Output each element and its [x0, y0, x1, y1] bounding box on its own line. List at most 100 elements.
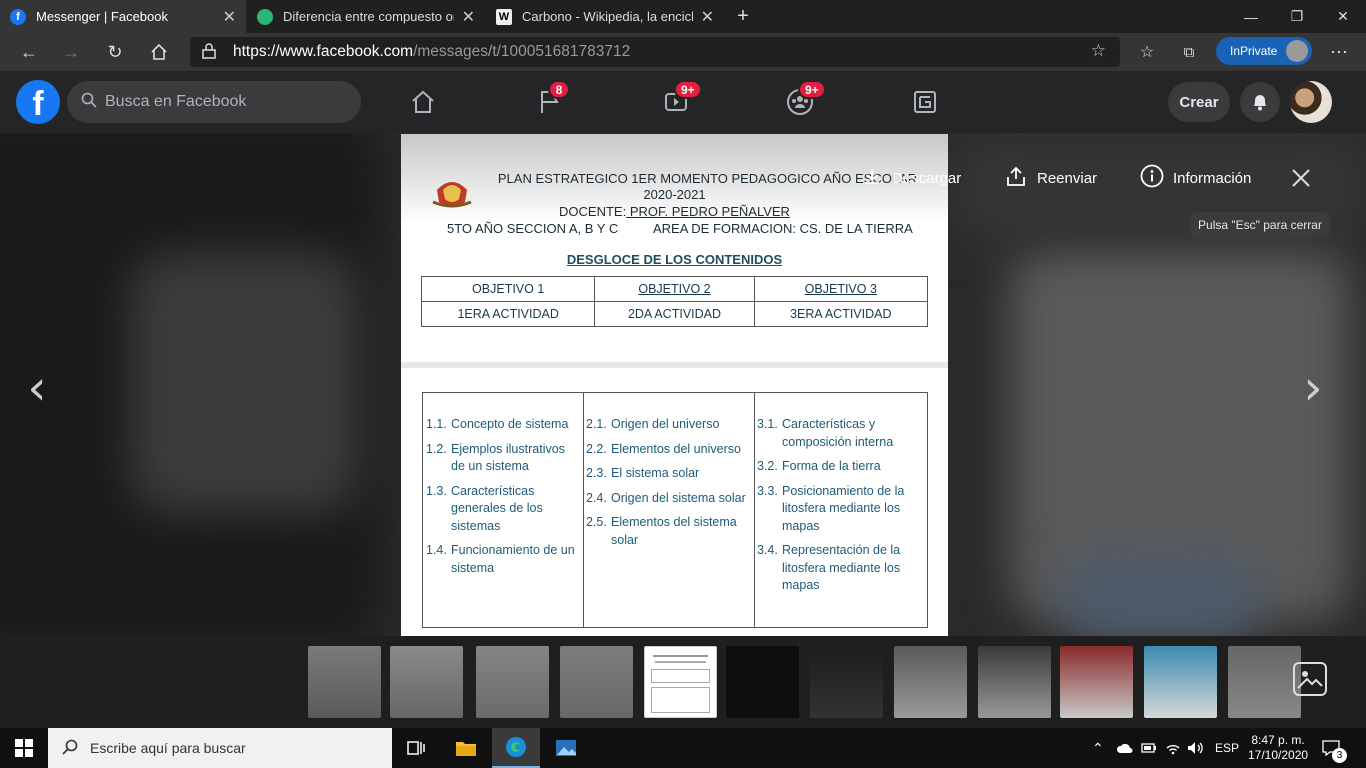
- address-toolbar: ← → ↻ https://www.facebook.com/messages/…: [0, 33, 1366, 71]
- groups-badge: 9+: [798, 80, 826, 99]
- back-icon[interactable]: ←: [14, 37, 44, 67]
- home-icon[interactable]: [144, 37, 174, 67]
- notifications-bell-icon[interactable]: [1240, 82, 1280, 122]
- facebook-logo-icon[interactable]: f: [16, 80, 60, 124]
- thumbnail-selected[interactable]: [644, 646, 717, 718]
- clock[interactable]: 8:47 p. m. 17/10/2020: [1248, 728, 1308, 768]
- inprivate-button[interactable]: InPrivate: [1216, 37, 1312, 65]
- wifi-icon[interactable]: [1165, 728, 1181, 768]
- thumbnail[interactable]: [810, 646, 883, 718]
- clock-date: 17/10/2020: [1248, 748, 1309, 762]
- fb-gaming-icon[interactable]: [905, 83, 945, 121]
- document-photo: PLAN ESTRATEGICO 1ER MOMENTO PEDAGOGICO …: [401, 134, 948, 636]
- refresh-icon[interactable]: ↻: [100, 37, 130, 67]
- thumbnail[interactable]: [390, 646, 463, 718]
- close-tab-icon[interactable]: ✕: [223, 7, 236, 27]
- content-item: 3.4. Representación de la litosfera media…: [757, 543, 901, 592]
- close-viewer-icon[interactable]: [1290, 163, 1312, 193]
- facebook-favicon-icon: f: [10, 8, 26, 25]
- fb-home-icon[interactable]: [403, 83, 443, 121]
- forward-icon[interactable]: →: [56, 37, 86, 67]
- thumbnail[interactable]: [1228, 646, 1301, 718]
- tab-carbono[interactable]: W Carbono - Wikipedia, la enciclop ✕: [486, 0, 724, 33]
- doc-area: AREA DE FORMACION: CS. DE LA TIERRA: [653, 221, 913, 236]
- taskbar-search-input[interactable]: Escribe aquí para buscar: [48, 728, 392, 768]
- site-favicon-icon: [257, 8, 273, 25]
- teacher-name: PROF. PEDRO PEÑALVER: [626, 204, 790, 219]
- tab-diferencia[interactable]: Diferencia entre compuesto orgá ✕: [247, 0, 485, 33]
- thumbnail[interactable]: [1060, 646, 1133, 718]
- collections-icon[interactable]: ⧉: [1174, 37, 1204, 67]
- tab-messenger[interactable]: f Messenger | Facebook ✕: [0, 0, 246, 33]
- content-item: 1.4. Funcionamiento de un sistema: [426, 543, 575, 575]
- edge-browser-icon[interactable]: [492, 728, 540, 768]
- facebook-search-input[interactable]: Busca en Facebook: [67, 81, 361, 123]
- restore-icon[interactable]: ❐: [1274, 0, 1320, 33]
- thumbnail-strip: [0, 636, 1366, 728]
- all-media-icon[interactable]: [1293, 662, 1327, 696]
- battery-icon[interactable]: [1141, 728, 1157, 768]
- onedrive-icon[interactable]: [1116, 728, 1134, 768]
- facebook-header: f Busca en Facebook 8 9+ 9+ Crear: [0, 71, 1366, 133]
- fb-groups-icon[interactable]: 9+: [780, 80, 826, 121]
- info-label: Información: [1173, 169, 1252, 187]
- thumbnail[interactable]: [1144, 646, 1217, 718]
- teacher-prefix: DOCENTE:: [559, 204, 627, 219]
- thumbnail[interactable]: [476, 646, 549, 718]
- thumbnail[interactable]: [726, 646, 799, 718]
- thumbnail[interactable]: [308, 646, 381, 718]
- notifications-center-icon[interactable]: 3: [1322, 728, 1347, 768]
- clock-time: 8:47 p. m.: [1251, 733, 1305, 747]
- close-window-icon[interactable]: ✕: [1320, 0, 1366, 33]
- info-button[interactable]: Información: [1140, 163, 1251, 193]
- thumbnail[interactable]: [978, 646, 1051, 718]
- photo-viewer: ‹ › PLAN ESTRATEGICO 1ER MOMENTO PEDAGOG…: [0, 133, 1366, 636]
- minimize-icon[interactable]: —: [1228, 0, 1274, 33]
- search-icon: [81, 92, 97, 113]
- new-tab-button[interactable]: +: [728, 0, 758, 33]
- download-label: Descargar: [892, 169, 962, 187]
- close-tab-icon[interactable]: ✕: [701, 7, 714, 27]
- favorite-star-icon[interactable]: ☆: [1091, 41, 1106, 61]
- thumbnail[interactable]: [894, 646, 967, 718]
- content-item: 3.2. Forma de la tierra: [757, 459, 881, 473]
- favorites-icon[interactable]: ☆: [1132, 37, 1162, 67]
- next-photo-icon[interactable]: ›: [1298, 360, 1328, 416]
- close-tab-icon[interactable]: ✕: [462, 7, 475, 27]
- content-item: 1.1. Concepto de sistema: [426, 417, 569, 431]
- contents-column-1: 1.1. Concepto de sistema 1.2. Ejemplos ilu…: [426, 416, 576, 584]
- content-item: 3.1. Características y composición intern…: [757, 417, 894, 449]
- photos-app-icon[interactable]: [542, 728, 590, 768]
- content-item: 2.5. Elementos del sistema solar: [586, 515, 737, 547]
- content-item: 2.4. Origen del sistema solar: [586, 490, 746, 505]
- forward-button[interactable]: Reenviar: [1005, 163, 1097, 193]
- thumbnail[interactable]: [560, 646, 633, 718]
- file-explorer-icon[interactable]: [442, 728, 490, 768]
- windows-taskbar: Escribe aquí para buscar ⌃ ESP 8:47 p. m…: [0, 728, 1366, 768]
- share-icon: [1005, 165, 1027, 191]
- pages-badge: 8: [548, 80, 570, 99]
- previous-photo-icon[interactable]: ‹: [22, 360, 52, 416]
- more-options-icon[interactable]: ⋯: [1324, 37, 1354, 67]
- page-break: [401, 362, 948, 368]
- wikipedia-favicon-icon: W: [496, 8, 512, 25]
- url-path: /messages/t/100051681783712: [413, 43, 631, 60]
- fb-watch-icon[interactable]: 9+: [656, 80, 702, 121]
- user-avatar[interactable]: [1290, 81, 1332, 123]
- content-item: 2.3. El sistema solar: [586, 466, 700, 480]
- close-tooltip: Pulsa "Esc" para cerrar: [1190, 212, 1330, 238]
- url-field[interactable]: https://www.facebook.com/messages/t/1000…: [190, 37, 1120, 67]
- create-button[interactable]: Crear: [1168, 82, 1230, 122]
- column-divider: [754, 393, 755, 627]
- task-view-icon[interactable]: [392, 728, 440, 768]
- lock-icon: [202, 43, 216, 64]
- watch-badge: 9+: [674, 80, 702, 99]
- language-indicator[interactable]: ESP: [1215, 728, 1239, 768]
- fb-pages-icon[interactable]: 8: [530, 80, 570, 121]
- show-hidden-icons-icon[interactable]: ⌃: [1092, 728, 1104, 768]
- download-button[interactable]: Descargar: [862, 163, 961, 193]
- volume-icon[interactable]: [1187, 728, 1205, 768]
- content-item: 2.1. Origen del universo: [586, 417, 720, 431]
- windows-start-icon[interactable]: [0, 728, 48, 768]
- inprivate-label: InPrivate: [1230, 44, 1278, 58]
